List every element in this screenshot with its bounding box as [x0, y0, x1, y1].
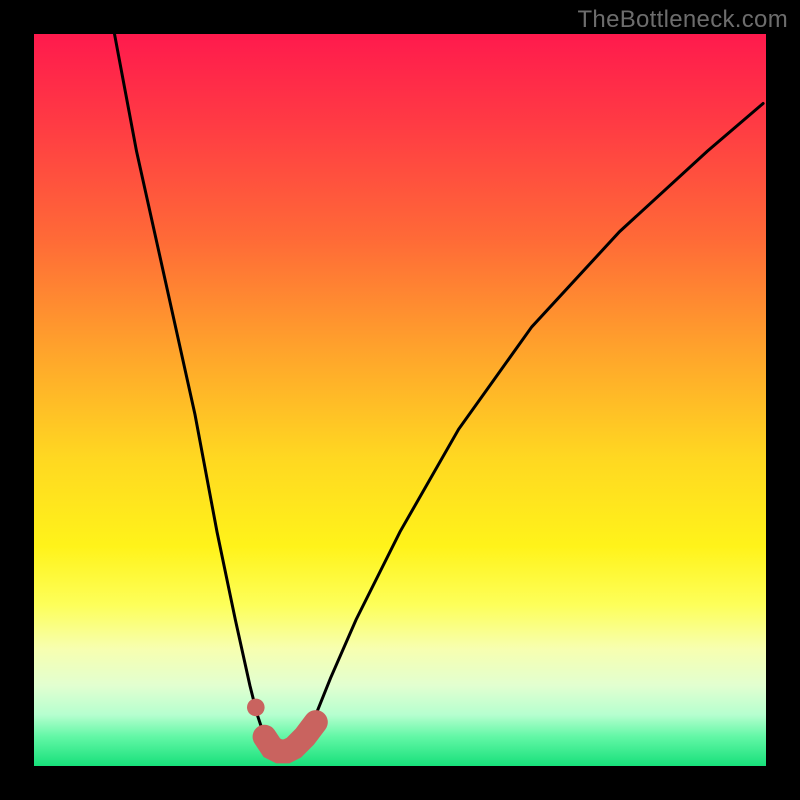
highlight-band	[265, 722, 316, 751]
chart-overlay	[34, 34, 766, 766]
plot-area	[34, 34, 766, 766]
watermark-text: TheBottleneck.com	[577, 6, 788, 34]
bottleneck-curve	[115, 34, 764, 751]
left-marker-dot	[247, 699, 265, 717]
chart-frame: TheBottleneck.com	[0, 0, 800, 800]
